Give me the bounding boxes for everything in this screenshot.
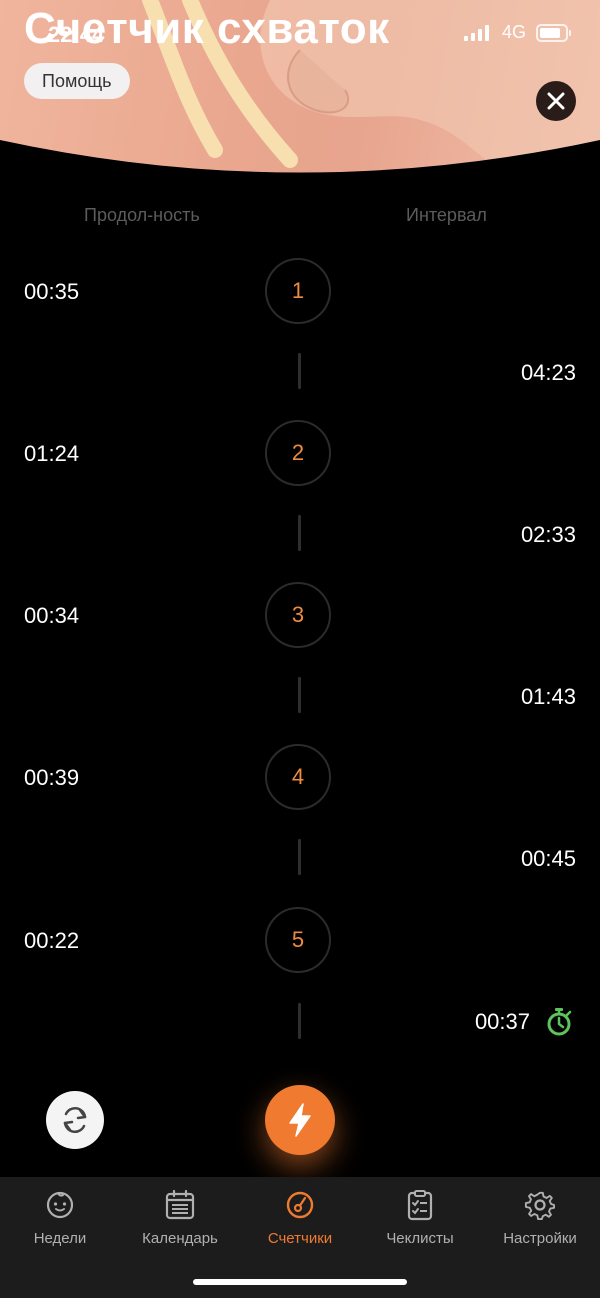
contraction-number: 2 xyxy=(265,420,331,486)
network-type: 4G xyxy=(501,22,526,42)
header-banner: 22:44 4G Счетчик схваток Помощь xyxy=(0,0,600,185)
close-icon xyxy=(547,92,565,110)
duration-value: 00:35 xyxy=(24,279,80,304)
contraction-number: 1 xyxy=(265,258,331,324)
duration-column-header: Продол-ность xyxy=(84,205,200,225)
connector-line xyxy=(298,839,301,875)
tab-label: Настройки xyxy=(503,1230,577,1247)
lightning-icon xyxy=(289,1103,311,1137)
contraction-number: 5 xyxy=(265,907,331,973)
duration-value: 01:24 xyxy=(24,441,80,466)
help-button[interactable]: Помощь xyxy=(24,63,130,99)
interval-value: 00:45 xyxy=(520,846,576,871)
home-indicator xyxy=(193,1279,407,1285)
battery-icon xyxy=(536,23,571,42)
contraction-number: 3 xyxy=(265,582,331,648)
duration-value: 00:34 xyxy=(24,603,80,628)
counter-icon xyxy=(286,1191,314,1219)
contraction-number: 4 xyxy=(265,744,331,810)
connector-line xyxy=(298,677,301,713)
connector-line xyxy=(298,1003,301,1039)
interval-value: 04:23 xyxy=(520,360,576,385)
baby-face-icon xyxy=(46,1191,74,1219)
stopwatch-icon xyxy=(547,1008,572,1036)
page-title: Счетчик схваток xyxy=(24,4,390,53)
interval-value: 02:33 xyxy=(520,522,576,547)
refresh-icon xyxy=(63,1107,87,1133)
interval-value-running: 00:37 xyxy=(474,1009,530,1034)
tab-label: Счетчики xyxy=(267,1230,333,1247)
duration-value: 00:39 xyxy=(24,765,80,790)
status-bar-right: 4G xyxy=(463,22,572,43)
gear-icon xyxy=(524,1191,556,1221)
interval-value: 01:43 xyxy=(520,684,576,709)
tab-label: Чеклисты xyxy=(386,1230,454,1247)
calendar-icon xyxy=(165,1189,195,1220)
duration-value: 00:22 xyxy=(24,928,80,953)
tab-label: Недели xyxy=(33,1230,87,1247)
connector-line xyxy=(298,515,301,551)
signal-icon xyxy=(463,24,489,41)
tab-label: Календарь xyxy=(142,1230,218,1247)
connector-line xyxy=(298,353,301,389)
close-button[interactable] xyxy=(536,81,576,121)
contraction-start-button[interactable] xyxy=(265,1085,335,1155)
reset-button[interactable] xyxy=(46,1091,104,1149)
checklist-icon xyxy=(407,1190,433,1221)
interval-column-header: Интервал xyxy=(406,205,487,225)
